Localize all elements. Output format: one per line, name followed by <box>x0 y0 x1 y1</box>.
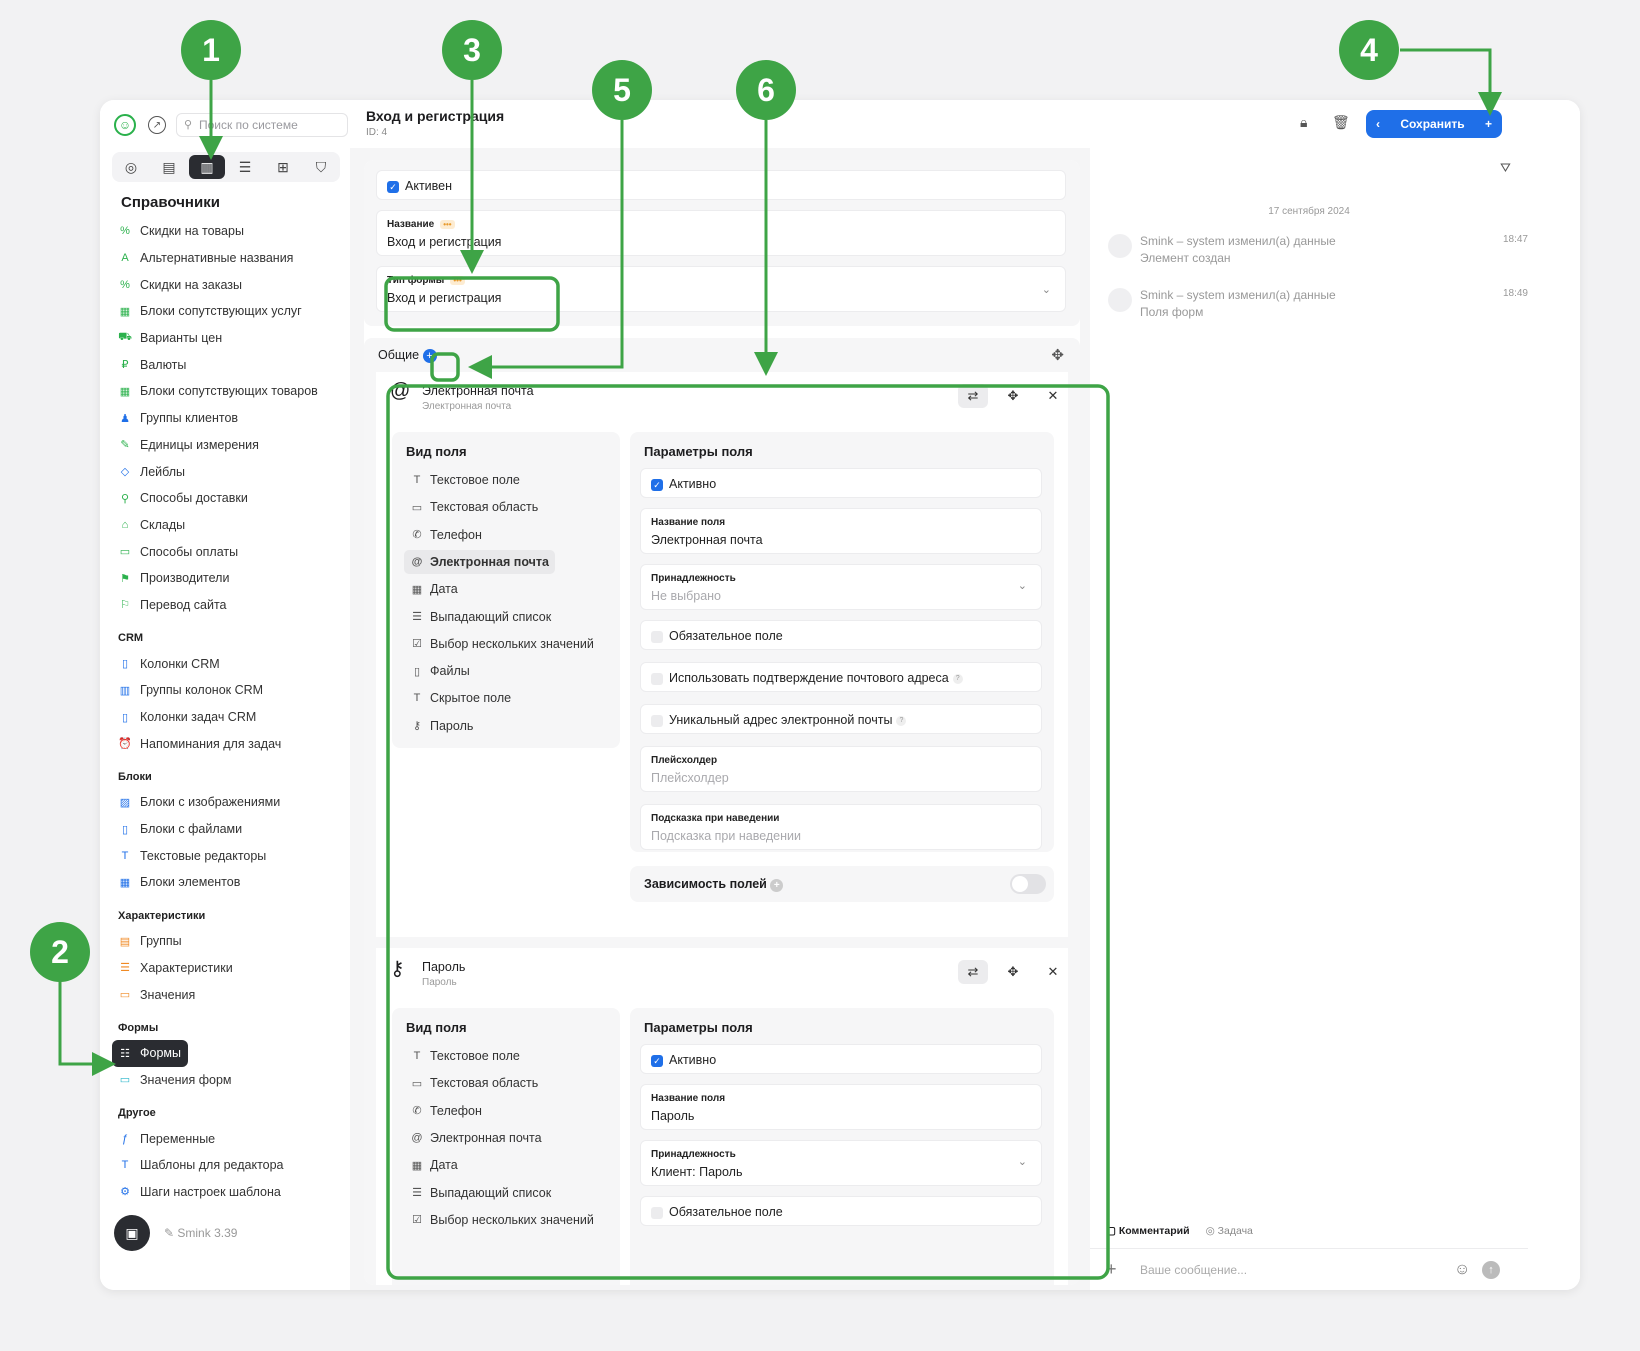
annotation-marker-6: 6 <box>736 60 796 120</box>
highlight-field-blocks <box>386 384 1110 1280</box>
annotation-marker-5: 5 <box>592 60 652 120</box>
annotation-marker-4: 4 <box>1339 20 1399 80</box>
highlight-form-type <box>384 276 560 332</box>
annotation-marker-2: 2 <box>30 922 90 982</box>
annotation-arrows <box>58 48 1502 1280</box>
annotation-marker-3: 3 <box>442 20 502 80</box>
annotation-marker-1: 1 <box>181 20 241 80</box>
highlight-add-field <box>430 352 460 382</box>
